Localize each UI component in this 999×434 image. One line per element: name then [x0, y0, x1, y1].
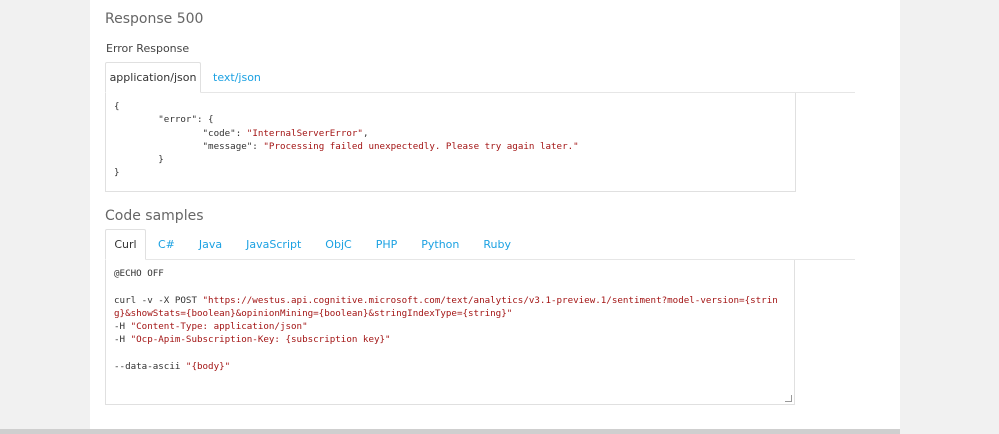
code-line: "code": "InternalServerError", — [202, 127, 369, 139]
tab-java[interactable]: Java — [187, 230, 234, 259]
code-line: -H "Content-Type: application/json" — [114, 321, 308, 333]
tab-application-json[interactable]: application/json — [105, 62, 201, 93]
code-line: "error": { — [158, 114, 214, 126]
code-line: "message": "Processing failed unexpected… — [202, 140, 579, 152]
response-format-tabs: application/json text/json — [105, 62, 855, 93]
code-line: } — [114, 167, 120, 179]
error-response-code[interactable]: { "error": { "code": "InternalServerErro… — [105, 93, 796, 192]
code-line: curl -v -X POST "https://westus.api.cogn… — [114, 294, 778, 319]
resize-handle[interactable] — [785, 395, 792, 402]
code-line: -H "Ocp-Apim-Subscription-Key: {subscrip… — [114, 334, 391, 346]
tab-csharp[interactable]: C# — [146, 230, 187, 259]
code-line: --data-ascii "{body}" — [114, 361, 231, 373]
tab-python[interactable]: Python — [409, 230, 471, 259]
code-line: @ECHO OFF — [114, 268, 164, 279]
curl-code-sample[interactable]: @ECHO OFF curl -v -X POST "https://westu… — [105, 260, 795, 405]
tab-text-json[interactable]: text/json — [201, 63, 273, 92]
code-line: { — [114, 101, 120, 112]
tab-javascript[interactable]: JavaScript — [234, 230, 313, 259]
tab-curl[interactable]: Curl — [105, 229, 146, 260]
code-line: } — [158, 154, 164, 166]
tab-objc[interactable]: ObjC — [313, 230, 363, 259]
error-response-label: Error Response — [106, 42, 190, 55]
code-sample-tabs: Curl C# Java JavaScript ObjC PHP Python … — [105, 229, 855, 260]
response-title: Response 500 — [105, 11, 204, 27]
horizontal-scrollbar[interactable] — [0, 429, 900, 434]
tab-ruby[interactable]: Ruby — [471, 230, 523, 259]
code-samples-title: Code samples — [105, 208, 204, 224]
content-panel: Response 500 Error Response application/… — [90, 0, 900, 430]
tab-php[interactable]: PHP — [364, 230, 410, 259]
